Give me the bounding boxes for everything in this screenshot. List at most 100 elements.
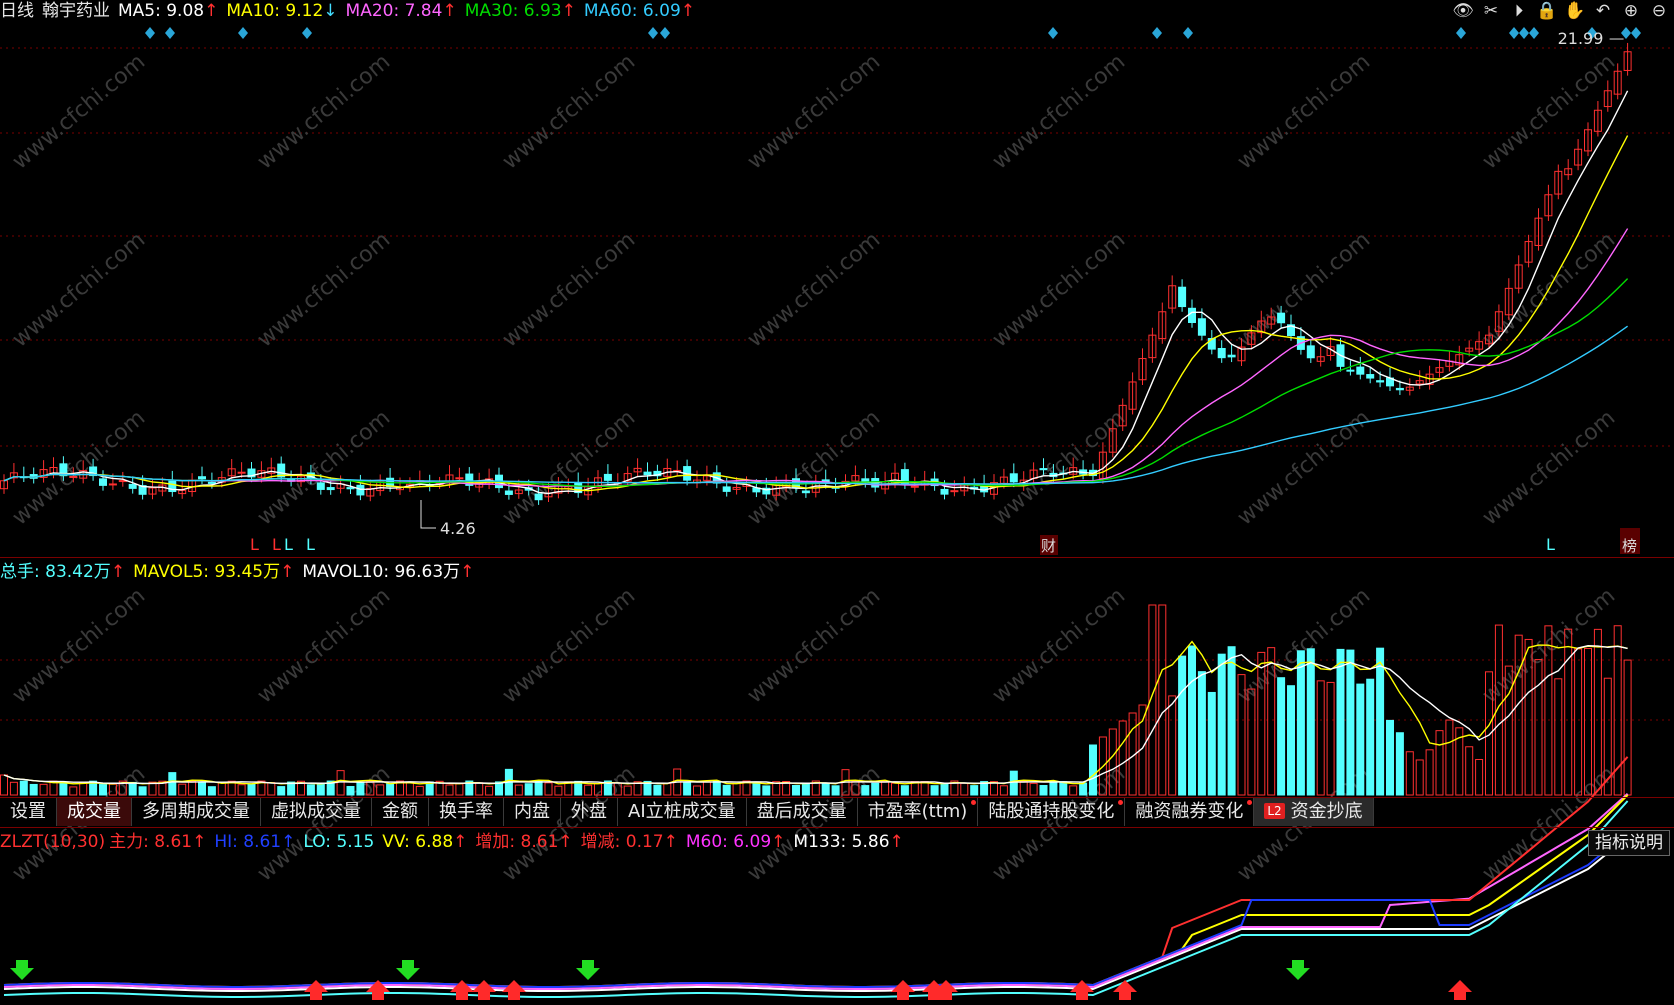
volume-bar [168, 772, 177, 796]
volume-bar [752, 782, 761, 796]
tab-3[interactable]: 虚拟成交量 [261, 798, 372, 826]
watermark: www.cfchi.com [498, 583, 640, 708]
tab-label: AI立桩成交量 [628, 801, 736, 822]
volume-bar [1019, 780, 1028, 796]
volume-bar [1564, 628, 1573, 796]
volume-bar [1059, 781, 1068, 796]
volume-bar [1376, 647, 1385, 796]
candle-body [1217, 347, 1226, 359]
volume-bar [1356, 683, 1365, 796]
volume-bar [1009, 770, 1018, 796]
volume-bar [59, 781, 68, 796]
candle-body [1197, 318, 1206, 336]
candle-body [1178, 286, 1187, 308]
tab-label: 陆股通持股变化 [988, 801, 1115, 822]
volume-bar [1554, 678, 1563, 796]
volume-bar [1287, 685, 1295, 796]
indicator-name[interactable]: ZLZT(10,30) [0, 832, 105, 852]
tab-6[interactable]: 内盘 [504, 798, 561, 826]
tab-label: 内盘 [514, 801, 550, 822]
volume-bar [554, 785, 563, 796]
event-diamond [1519, 27, 1529, 39]
candle-body [534, 493, 543, 501]
volume-bar [960, 782, 969, 796]
candle-body [198, 476, 206, 480]
watermark: www.cfchi.com [743, 49, 885, 174]
tab-5[interactable]: 换手率 [429, 798, 504, 826]
event-diamond [1509, 27, 1519, 39]
candle-body [801, 490, 810, 494]
volume-bar [306, 784, 315, 796]
sell-arrow [472, 980, 496, 1000]
tab-7[interactable]: 外盘 [561, 798, 618, 826]
buy-arrow [10, 960, 34, 980]
volume-bar [1574, 648, 1583, 796]
watermark: www.cfchi.com [8, 405, 150, 530]
tab-label: 换手率 [439, 801, 493, 822]
ma10-line [3, 135, 1629, 492]
volume-bar [128, 781, 137, 796]
volume-bar [514, 784, 523, 796]
tab-13[interactable]: L2 资金抄底 [1254, 798, 1374, 826]
volume-bar [99, 784, 107, 796]
tab-9[interactable]: 盘后成交量 [747, 798, 858, 826]
tab-11[interactable]: 陆股通持股变化 [978, 798, 1126, 826]
volume-bar [999, 785, 1008, 796]
candle-body [69, 475, 78, 478]
watermark: www.cfchi.com [743, 583, 885, 708]
tab-label: 市盈率(ttm) [867, 801, 968, 822]
chart-canvas[interactable]: www.cfchi.com www.cfchi.com www.cfchi.com w… [0, 0, 1674, 1005]
tab-label: 融资融券变化 [1135, 801, 1244, 822]
watermark: www.cfchi.com [8, 227, 150, 352]
candle-body [1277, 312, 1286, 324]
volume-bar [316, 783, 325, 796]
volume-bar [1049, 781, 1058, 796]
tab-2[interactable]: 多周期成交量 [132, 798, 261, 826]
event-diamond [302, 27, 312, 39]
volume-bar [455, 783, 464, 796]
volume-bar [821, 782, 830, 796]
tab-8[interactable]: AI立桩成交量 [618, 798, 747, 826]
tab-dot [971, 800, 977, 805]
tab-0[interactable]: 设置 [0, 798, 57, 826]
volume-bar [1386, 719, 1394, 796]
volume-bar [207, 786, 216, 796]
volume-bar [702, 781, 711, 796]
candle-body [504, 490, 513, 495]
event-diamond [648, 27, 658, 39]
watermark: www.cfchi.com [498, 227, 640, 352]
volume-bar [712, 780, 721, 796]
hi-line [3, 832, 1629, 989]
tab-10[interactable]: 市盈率(ttm) [858, 798, 979, 826]
m60-value: M60: 6.09↑ [685, 832, 786, 852]
candle-body [99, 478, 107, 486]
indicator-tabs: 设置 成交量 多周期成交量 虚拟成交量 金额 换手率 内盘 外盘 AI立桩成交量 盘后成交量 市盈率… [0, 798, 1674, 826]
tab-1[interactable]: 成交量 [57, 798, 132, 826]
event-diamond [145, 27, 155, 39]
marker-l: L [1546, 535, 1555, 554]
volume-bar [792, 784, 800, 796]
volume-bar [485, 785, 494, 796]
volume-bar [405, 782, 414, 796]
event-diamond [1631, 27, 1641, 39]
volume-bar [267, 782, 276, 796]
volume-bar [1534, 659, 1543, 796]
volume-bar [940, 782, 949, 796]
tab-12[interactable]: 融资融券变化 [1125, 798, 1255, 826]
volume-bar [1395, 732, 1404, 796]
volume-bar [69, 786, 78, 796]
tab-4[interactable]: 金额 [372, 798, 429, 826]
volume-bar [29, 783, 38, 796]
volume-bar [861, 785, 870, 796]
watermark: www.cfchi.com [1233, 49, 1375, 174]
ma20-line [3, 228, 1629, 488]
tab-label: 成交量 [67, 801, 121, 822]
volume-bar [871, 782, 880, 796]
indicator-explain-button[interactable]: 指标说明 [1588, 830, 1670, 856]
watermark: www.cfchi.com [498, 405, 640, 530]
candle-body [455, 477, 464, 480]
watermark: www.cfchi.com [1478, 49, 1620, 174]
candle-body [940, 488, 949, 495]
candle-body [643, 471, 652, 476]
event-diamond [165, 27, 175, 39]
